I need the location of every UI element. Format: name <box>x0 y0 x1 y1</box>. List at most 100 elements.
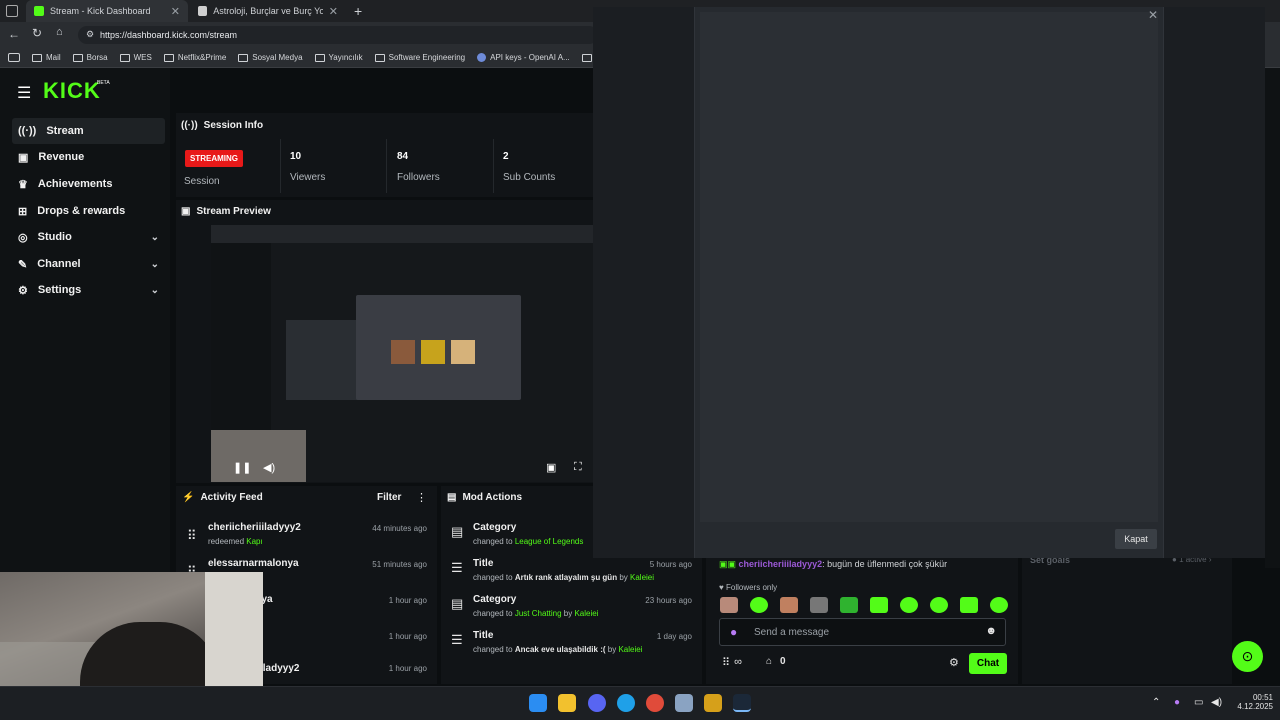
sidebar-item-achievements[interactable]: ♛ Achievements <box>12 171 165 197</box>
new-tab-icon[interactable]: + <box>354 3 362 19</box>
bookmark-item[interactable]: Software Engineering <box>374 53 465 62</box>
folder-icon <box>581 53 592 62</box>
chevron-down-icon: ⌄ <box>150 284 159 296</box>
home-icon[interactable]: ⌂ <box>56 26 63 38</box>
pause-icon[interactable]: ❚❚ <box>233 461 251 474</box>
gift-icon: ⌂ <box>766 656 773 667</box>
menu-icon[interactable]: ☰ <box>17 83 31 103</box>
url-input[interactable]: ⚙ https://dashboard.kick.com/stream <box>78 26 598 44</box>
preview-browser-bar <box>211 225 593 243</box>
bookmarks-menu-icon[interactable] <box>8 53 20 62</box>
viewers-count: 10 <box>290 151 302 162</box>
folder-icon <box>163 53 174 62</box>
modal-close-icon[interactable]: ✕ <box>1148 8 1158 22</box>
category-icon: ▤ <box>451 524 464 539</box>
bookmark-item[interactable]: Netflix&Prime <box>163 53 226 62</box>
url-text: https://dashboard.kick.com/stream <box>100 30 238 40</box>
volume-icon[interactable]: ◀) <box>263 461 275 474</box>
bolt-icon: ⚡ <box>182 492 195 503</box>
volume-tray-icon[interactable]: ◀) <box>1211 697 1222 708</box>
bookmark-item[interactable]: Borsa <box>72 53 108 62</box>
taskbar <box>0 686 1280 720</box>
folder-icon <box>238 53 249 62</box>
settings-app-icon[interactable] <box>675 694 693 712</box>
help-chat-button[interactable]: ⊙ <box>1232 641 1263 672</box>
followers-label: Followers <box>397 172 440 183</box>
tab-actions-icon[interactable] <box>6 5 18 17</box>
clock-date: 4.12.2025 <box>1237 702 1273 711</box>
chevron-down-icon: ⌄ <box>150 258 159 270</box>
stream-preview-header: ▣ Stream Preview <box>181 206 271 217</box>
fullscreen-icon[interactable]: ⛶ <box>574 461 582 474</box>
kick-logo[interactable]: KICK <box>43 78 101 104</box>
discord-icon[interactable] <box>588 694 606 712</box>
bookmark-item[interactable]: Mail <box>32 53 61 62</box>
sidebar-item-drops[interactable]: ⊞ Drops & rewards <box>12 198 165 224</box>
drops-icon: ⊞ <box>18 205 28 218</box>
start-icon[interactable] <box>529 694 547 712</box>
tray-chevron-icon[interactable]: ⌃ <box>1152 697 1160 708</box>
pip-icon[interactable]: ▣ <box>546 461 556 474</box>
sidebar-item-stream[interactable]: ((·)) Stream <box>12 118 165 144</box>
openai-icon <box>477 53 487 62</box>
back-icon[interactable]: ← <box>8 27 20 41</box>
file-explorer-icon[interactable] <box>558 694 576 712</box>
session-info-panel: ((·)) Session Info STREAMING Session 10 V… <box>176 113 593 197</box>
folder-icon <box>314 53 325 62</box>
session-info-header: ((·)) Session Info <box>181 120 264 131</box>
filter-button[interactable]: Filter <box>377 492 401 503</box>
tab-astroloji[interactable]: Astroloji, Burçlar ve Burç Yorumları ✕ <box>190 0 346 22</box>
steam-icon[interactable] <box>733 694 751 712</box>
mic-tray-icon[interactable]: ● <box>1174 697 1180 708</box>
bookmark-item[interactable]: Yayıncılık <box>314 53 363 62</box>
stream-preview-video[interactable]: ❚❚ ◀) ▣ ⛶ <box>211 225 593 482</box>
modal-content <box>700 12 1158 522</box>
emote-icon[interactable] <box>750 597 768 613</box>
bookmark-item[interactable]: Sosyal Medya <box>238 53 303 62</box>
emote-icon[interactable] <box>720 597 738 613</box>
emote-icon[interactable] <box>780 597 798 613</box>
edge-icon[interactable] <box>617 694 635 712</box>
list-item: ▤ Category changed to Just Chatting by K… <box>451 594 692 618</box>
tab-stream[interactable]: Stream - Kick Dashboard ✕ <box>26 0 188 22</box>
emote-icon[interactable] <box>990 597 1008 613</box>
broadcast-icon: ((·)) <box>181 120 198 131</box>
emote-icon[interactable] <box>870 597 888 613</box>
mic-icon[interactable]: ● <box>730 625 737 639</box>
emote-icon[interactable] <box>930 597 948 613</box>
emote-icon[interactable] <box>810 597 828 613</box>
sidebar-item-studio[interactable]: ◎ Studio ⌄ <box>12 224 165 250</box>
sidebar-item-channel[interactable]: ✎ Channel ⌄ <box>12 251 165 277</box>
sidebar-item-settings[interactable]: ⚙ Settings ⌄ <box>12 277 165 303</box>
bookmark-item[interactable]: WES <box>119 53 152 62</box>
preview-avatar <box>451 340 475 364</box>
followers-only-label: ♥ Followers only <box>719 583 778 592</box>
emote-icon[interactable] <box>900 597 918 613</box>
app-icon[interactable] <box>704 694 722 712</box>
revenue-icon: ▣ <box>18 151 29 164</box>
folder-icon <box>72 53 83 62</box>
chat-send-button[interactable]: Chat <box>969 653 1007 674</box>
chrome-icon[interactable] <box>646 694 664 712</box>
sidebar-item-revenue[interactable]: ▣ Revenue <box>12 144 165 170</box>
clock[interactable]: 00:51 4.12.2025 <box>1233 693 1273 711</box>
reload-icon[interactable]: ↻ <box>32 26 42 40</box>
sub-count-label: Sub Counts <box>503 172 556 183</box>
modal-close-button[interactable]: Kapat <box>1115 529 1157 549</box>
emote-icon[interactable] <box>960 597 978 613</box>
bookmark-item[interactable]: API keys - OpenAI A... <box>477 53 570 62</box>
mod-actions-header: ▤ Mod Actions <box>447 492 523 503</box>
chat-message: ▣▣ cheriicheriiiladyyy2: bugün de üflenm… <box>719 559 948 569</box>
list-item[interactable]: ⠿ cheriicheriiiladyyy2 redeemed Kapı 44 … <box>176 518 437 554</box>
chat-settings-icon[interactable]: ⚙ <box>949 656 959 669</box>
display-icon[interactable]: ▭ <box>1194 697 1203 708</box>
more-icon[interactable]: ⋮ <box>416 491 427 504</box>
emoji-icon[interactable]: ☻ <box>985 625 997 637</box>
emote-icon[interactable] <box>840 597 858 613</box>
site-info-icon[interactable]: ⚙ <box>86 29 94 40</box>
gear-icon: ⚙ <box>18 284 28 297</box>
points-indicator[interactable]: ⌂ 0 <box>766 656 786 667</box>
close-tab-icon[interactable]: ✕ <box>171 5 180 18</box>
close-tab-icon[interactable]: ✕ <box>329 5 338 18</box>
chat-input[interactable]: ● Send a message ☻ <box>719 618 1006 646</box>
